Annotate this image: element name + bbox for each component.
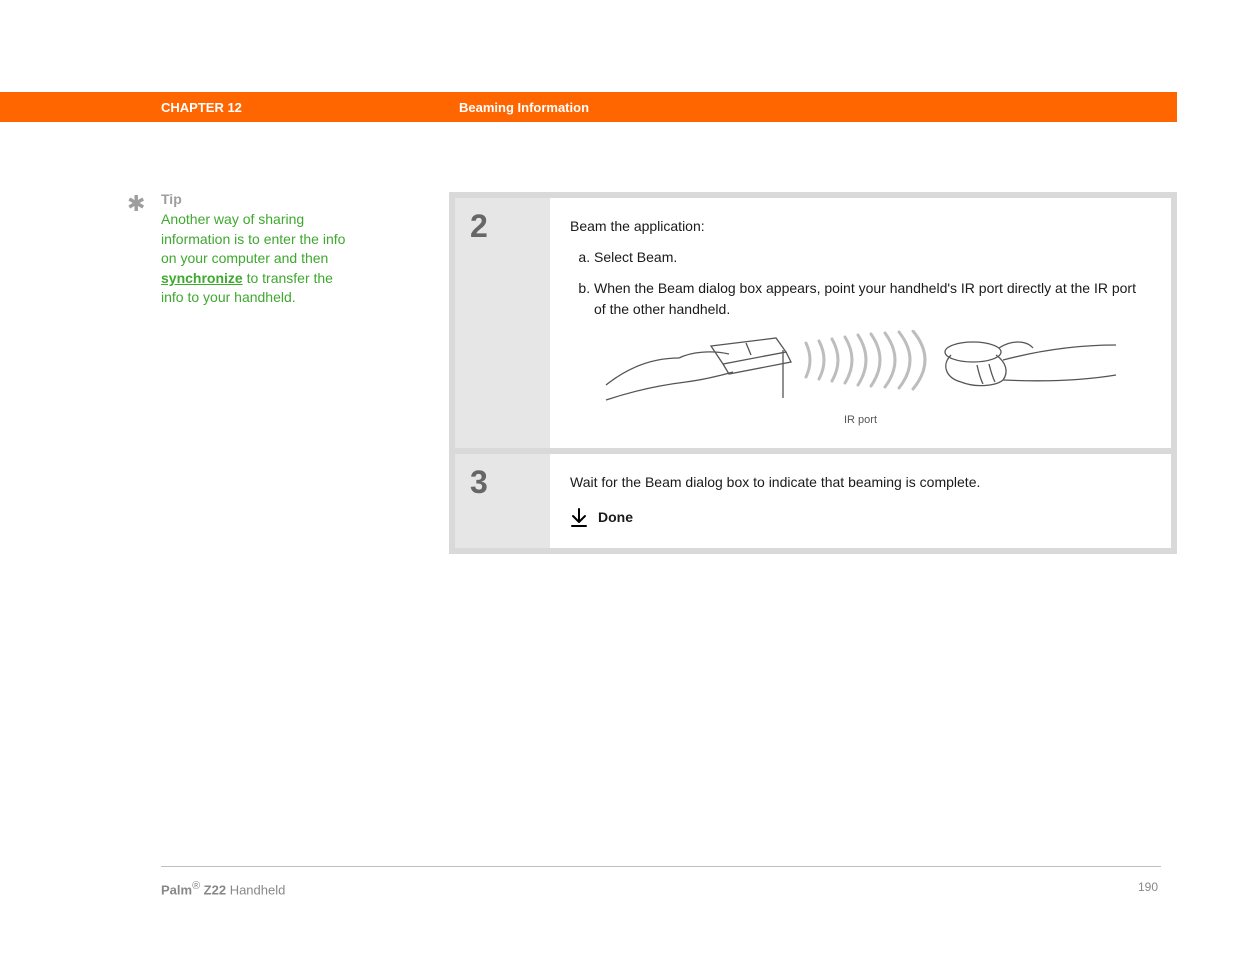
synchronize-link[interactable]: synchronize <box>161 270 243 286</box>
step-body: Wait for the Beam dialog box to indicate… <box>550 454 1171 548</box>
page: CHAPTER 12 Beaming Information ✱ Tip Ano… <box>0 0 1235 954</box>
footer-model-rest: Handheld <box>226 882 285 897</box>
footer-reg: ® <box>192 880 200 892</box>
step-lead: Beam the application: <box>570 216 1151 237</box>
illustration-caption: IR port <box>844 412 877 429</box>
page-title: Beaming Information <box>459 100 589 115</box>
illustration: IR port <box>570 330 1151 428</box>
page-number: 190 <box>1138 880 1158 894</box>
tip-text-before: Another way of sharing information is to… <box>161 211 345 266</box>
footer-left: Palm® Z22 Handheld <box>161 880 285 897</box>
chapter-label: CHAPTER 12 <box>161 100 242 115</box>
sub-step-b: When the Beam dialog box appears, point … <box>594 278 1151 320</box>
steps-panel: 2 Beam the application: Select Beam. Whe… <box>449 192 1177 554</box>
step-body: Beam the application: Select Beam. When … <box>550 198 1171 448</box>
tip-body: Another way of sharing information is to… <box>161 210 350 308</box>
footer-model-bold: Z22 <box>200 882 226 897</box>
done-arrow-icon <box>570 508 588 528</box>
step-3: 3 Wait for the Beam dialog box to indica… <box>455 454 1171 548</box>
sub-steps: Select Beam. When the Beam dialog box ap… <box>570 247 1151 320</box>
step-number: 2 <box>455 198 550 448</box>
step-2: 2 Beam the application: Select Beam. Whe… <box>455 198 1171 448</box>
step-number: 3 <box>455 454 550 548</box>
done-row: Done <box>570 507 1151 528</box>
tip-block: ✱ Tip Another way of sharing information… <box>130 191 350 308</box>
footer-rule <box>161 866 1161 867</box>
done-label: Done <box>598 507 633 528</box>
footer-brand: Palm <box>161 882 192 897</box>
beaming-illustration-icon <box>601 330 1121 412</box>
step-text: Wait for the Beam dialog box to indicate… <box>570 472 1151 493</box>
asterisk-icon: ✱ <box>127 193 145 215</box>
tip-heading: Tip <box>161 191 350 207</box>
header-bar: CHAPTER 12 Beaming Information <box>0 92 1177 122</box>
sub-step-a: Select Beam. <box>594 247 1151 268</box>
